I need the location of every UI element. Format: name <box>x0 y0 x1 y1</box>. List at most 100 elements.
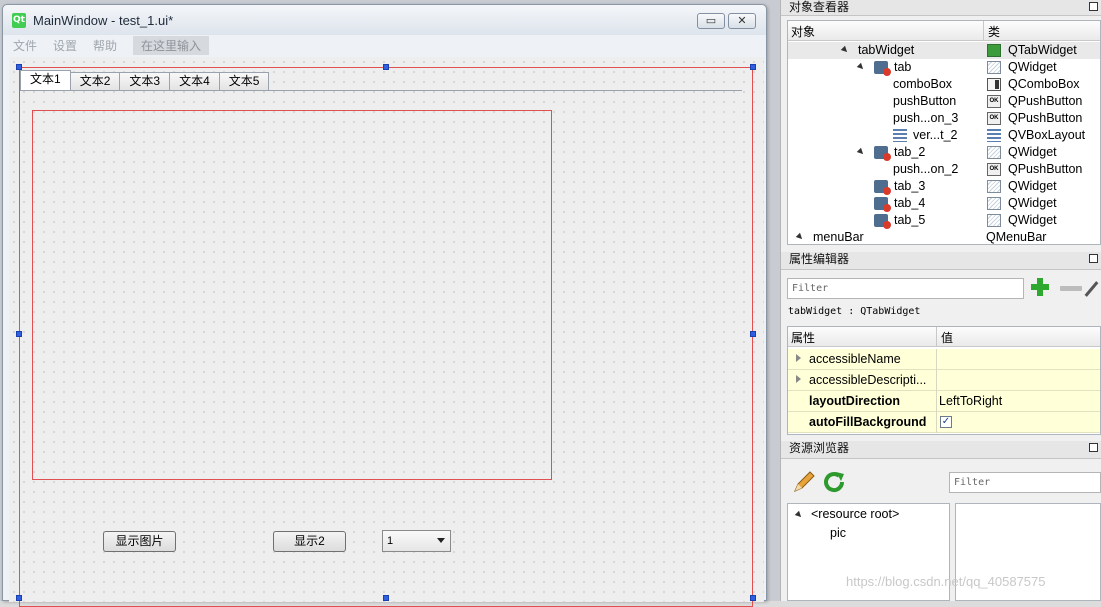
form-canvas[interactable]: 文本1 文本2 文本3 文本4 文本5 显示图片 显示2 1 <box>9 57 764 607</box>
property-name: autoFillBackground <box>809 415 927 429</box>
object-class: QWidget <box>1008 179 1057 193</box>
object-tree-row[interactable]: pushButton OK QPushButton <box>788 93 1100 110</box>
property-row[interactable]: accessibleDescripti... <box>788 370 1100 391</box>
float-dock-icon[interactable] <box>1089 2 1098 11</box>
tab-object-icon <box>987 61 1001 74</box>
tab-3[interactable]: 文本3 <box>119 72 171 91</box>
property-row[interactable]: autoFillBackground ✓ <box>788 412 1100 433</box>
resource-item-pic[interactable]: pic <box>830 526 846 540</box>
resize-handle[interactable] <box>16 331 22 337</box>
object-tree-row[interactable]: tab QWidget <box>788 59 1100 76</box>
object-tree-row[interactable]: comboBox QComboBox <box>788 76 1100 93</box>
property-filter-input[interactable]: Filter <box>787 278 1024 299</box>
object-name: tab_4 <box>894 196 926 210</box>
tab-2[interactable]: 文本2 <box>69 72 121 91</box>
tab-1[interactable]: 文本1 <box>20 70 71 91</box>
expand-arrow-icon[interactable] <box>796 375 801 383</box>
object-tree-row[interactable]: ver...t_2 QVBoxLayout <box>788 127 1100 144</box>
object-tree-row[interactable]: menuBar QMenuBar <box>788 229 1100 244</box>
object-tree-row[interactable]: tab_4 QWidget <box>788 195 1100 212</box>
expand-arrow-icon[interactable] <box>856 62 866 72</box>
expand-arrow-icon[interactable] <box>795 232 805 242</box>
menu-type-here[interactable]: 在这里输入 <box>133 35 210 55</box>
float-dock-icon[interactable] <box>1089 254 1098 263</box>
expand-arrow-icon[interactable] <box>796 354 801 362</box>
property-editor-title-text: 属性编辑器 <box>789 252 850 266</box>
pushbutton-icon: OK <box>987 163 1001 176</box>
object-tree-row[interactable]: tab_3 QWidget <box>788 178 1100 195</box>
expand-arrow-icon[interactable] <box>794 510 804 520</box>
header-object[interactable]: 对象 <box>791 23 815 40</box>
tab-5[interactable]: 文本5 <box>218 72 270 91</box>
vbox-layout-area[interactable] <box>32 110 552 480</box>
object-name: tab_5 <box>894 213 926 227</box>
menu-bar: 文件 设置 帮助 在这里输入 <box>3 35 766 55</box>
object-name: ver...t_2 <box>913 128 958 142</box>
qt-app-icon: Qt <box>12 13 26 28</box>
object-inspector-tree[interactable]: 对象 类 tabWidget QTabWidget tab QWidget comboB… <box>787 20 1101 245</box>
property-header: 属性 值 <box>788 327 1100 347</box>
show2-button[interactable]: 显示2 <box>273 531 346 552</box>
minimize-button[interactable]: ▭ <box>697 13 725 29</box>
reload-icon[interactable] <box>822 470 846 494</box>
tab-object-icon <box>874 214 891 229</box>
pushbutton-icon: OK <box>987 112 1001 125</box>
resource-filter-input[interactable]: Filter <box>949 472 1101 493</box>
object-name: tab <box>894 60 912 74</box>
tab-object-icon <box>987 214 1001 227</box>
object-name: tabWidget <box>858 43 915 57</box>
menu-help[interactable]: 帮助 <box>93 37 117 54</box>
property-row[interactable]: layoutDirection LeftToRight <box>788 391 1100 412</box>
tab-object-icon <box>987 197 1001 210</box>
resize-handle[interactable] <box>16 595 22 601</box>
header-class[interactable]: 类 <box>988 23 1000 40</box>
tab-4[interactable]: 文本4 <box>169 72 220 91</box>
property-table[interactable]: 属性 值 accessibleName accessibleDescripti..… <box>787 326 1101 435</box>
tab-object-icon <box>874 61 891 76</box>
tree-header: 对象 类 <box>788 21 1100 41</box>
object-tree-row[interactable]: tab_2 QWidget <box>788 144 1100 161</box>
header-property[interactable]: 属性 <box>791 329 815 346</box>
property-value[interactable]: LeftToRight <box>939 391 1002 411</box>
combo-box[interactable]: 1 <box>382 530 451 552</box>
resource-browser-title-text: 资源浏览器 <box>789 441 850 455</box>
edit-resources-icon[interactable] <box>792 470 816 494</box>
object-tree-row[interactable]: tabWidget QTabWidget <box>788 42 1100 59</box>
float-dock-icon[interactable] <box>1089 443 1098 452</box>
resize-handle[interactable] <box>750 64 756 70</box>
add-property-icon[interactable] <box>1030 277 1050 297</box>
show-picture-button[interactable]: 显示图片 <box>103 531 176 552</box>
pushbutton-icon: OK <box>987 95 1001 108</box>
menu-settings[interactable]: 设置 <box>53 37 77 54</box>
object-name: push...on_3 <box>893 111 959 125</box>
close-button[interactable]: ✕ <box>728 13 756 29</box>
tab-object-icon <box>874 146 891 161</box>
object-tree-row[interactable]: push...on_2 OK QPushButton <box>788 161 1100 178</box>
chevron-down-icon <box>437 538 445 543</box>
object-name: push...on_2 <box>893 162 959 176</box>
property-row[interactable]: accessibleName <box>788 349 1100 370</box>
title-bar[interactable]: Qt MainWindow - test_1.ui* ▭ ✕ <box>3 5 766 35</box>
resize-handle[interactable] <box>750 331 756 337</box>
remove-property-icon[interactable] <box>1060 286 1082 291</box>
object-class: QWidget <box>1008 196 1057 210</box>
object-tree-row[interactable]: push...on_3 OK QPushButton <box>788 110 1100 127</box>
object-tree-row[interactable]: tab_5 QWidget <box>788 212 1100 229</box>
resize-handle[interactable] <box>383 64 389 70</box>
expand-arrow-icon[interactable] <box>856 147 866 157</box>
header-value[interactable]: 值 <box>941 329 953 346</box>
resize-handle[interactable] <box>750 595 756 601</box>
expand-arrow-icon[interactable] <box>840 45 850 55</box>
resource-root[interactable]: <resource root> <box>811 507 899 521</box>
property-name: accessibleName <box>809 352 901 366</box>
object-class: QWidget <box>1008 145 1057 159</box>
auto-fill-checkbox[interactable]: ✓ <box>940 416 952 428</box>
combo-value: 1 <box>387 535 394 547</box>
vboxlayout-icon <box>893 129 907 142</box>
vboxlayout-icon <box>987 129 1001 142</box>
object-inspector-title: 对象查看器 <box>781 0 1101 16</box>
tab-object-icon <box>987 146 1001 159</box>
object-inspector-title-text: 对象查看器 <box>789 0 850 14</box>
menu-file[interactable]: 文件 <box>13 37 37 54</box>
resize-handle[interactable] <box>383 595 389 601</box>
